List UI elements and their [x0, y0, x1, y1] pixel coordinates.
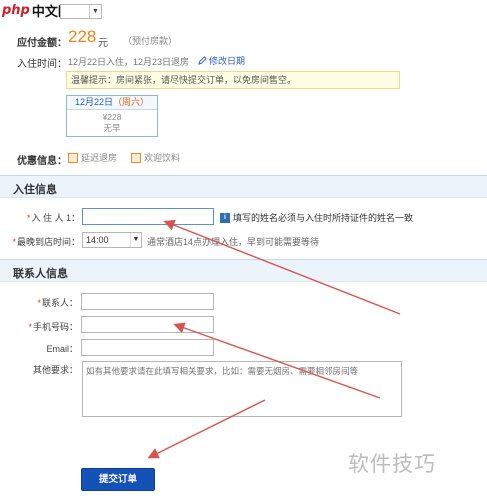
day-card-price: ¥228: [102, 112, 122, 122]
day-card-breakfast: 无早: [103, 123, 121, 133]
submit-order-button[interactable]: 提交订单: [81, 468, 155, 491]
payment-unit: 元: [98, 38, 108, 49]
warm-tip: 温馨提示：房间紧张，请尽快提交订单，以免房间售空。: [66, 71, 400, 89]
day-price-card: 12月22日（周六） ¥228 无早: [66, 95, 158, 137]
phone-label-text: 手机号码：: [32, 322, 78, 332]
guest-name-label-text: 入 住 人 1：: [31, 213, 80, 223]
guest-name-label: *入 住 人 1：: [16, 211, 80, 224]
phone-label: *手机号码：: [16, 320, 78, 333]
other-requirements-label: 其他要求：: [32, 365, 78, 375]
arrival-time-select[interactable]: 14:00 ▼: [82, 232, 142, 248]
email-label: Email：: [46, 344, 78, 354]
checkin-label: 入住时间：: [17, 59, 67, 70]
chevron-down-icon: ▼: [130, 233, 141, 247]
name-hint: i 填写的姓名必须与入住时所持证件的姓名一致: [220, 211, 413, 224]
info-icon: i: [220, 212, 230, 223]
promo-item-label: 欢迎饮料: [144, 153, 181, 163]
phone-input[interactable]: [81, 316, 214, 333]
email-input[interactable]: [81, 339, 214, 356]
prepay-note: （预付房款）: [123, 36, 178, 46]
guest-section-header: 入住信息: [0, 175, 487, 198]
logo-php-text: php: [2, 2, 30, 18]
guest-name-input[interactable]: [82, 208, 214, 225]
checkin-dates: 12月22日入住，12月23日退房: [68, 57, 190, 67]
section-title: 入住信息: [13, 184, 57, 196]
watermark: 软件技巧: [348, 452, 436, 476]
gift-icon: [131, 152, 141, 163]
contact-name-input[interactable]: [81, 293, 214, 310]
promo-item-welcome-drink: 欢迎饮料: [131, 151, 180, 164]
modify-date-label: 修改日期: [209, 56, 246, 66]
section-title: 联系人信息: [13, 268, 68, 280]
day-card-weekday: （周六）: [113, 97, 150, 107]
required-mark: *: [26, 213, 31, 223]
payment-label: 应付金额：: [17, 38, 67, 49]
name-hint-text: 填写的姓名必须与入住时所持证件的姓名一致: [233, 213, 414, 223]
modify-date-link[interactable]: 修改日期: [198, 54, 245, 67]
gift-icon: [68, 152, 78, 163]
required-mark: *: [12, 237, 16, 247]
promo-item-late-checkout: 延迟退房: [68, 151, 117, 164]
room-count-select[interactable]: ▼: [60, 4, 102, 19]
arrival-time-label-text: 最晚到店时间：: [16, 237, 80, 247]
chevron-down-icon: ▼: [89, 5, 101, 18]
day-card-date: 12月22日: [74, 97, 113, 107]
day-card-header: 12月22日（周六）: [67, 96, 157, 110]
arrival-time-value: 14:00: [86, 235, 109, 245]
promo-item-label: 延迟退房: [81, 153, 118, 163]
required-mark: *: [37, 298, 41, 308]
payment-amount: 228: [68, 27, 97, 46]
arrival-time-label: *最晚到店时间：: [4, 235, 80, 248]
promo-label: 优惠信息：: [17, 156, 67, 167]
contact-section-header: 联系人信息: [0, 259, 487, 282]
contact-name-label-text: 联系人：: [41, 298, 78, 308]
contact-name-label: *联系人：: [16, 296, 78, 309]
required-mark: *: [28, 322, 32, 332]
arrival-time-hint: 通常酒店14点办理入住，早到可能需要等待: [147, 237, 320, 247]
pencil-icon: [198, 56, 207, 65]
other-requirements-textarea[interactable]: [82, 361, 402, 417]
